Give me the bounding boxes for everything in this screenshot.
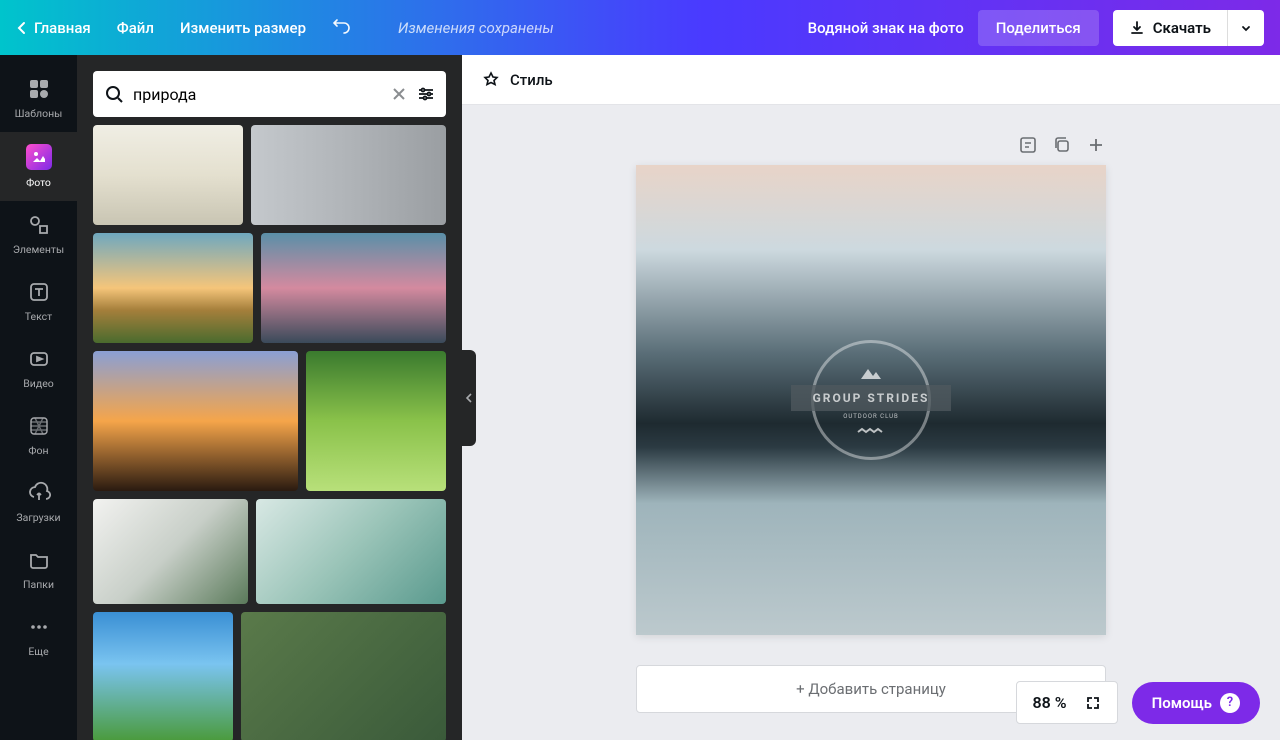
logo-text: GROUP STRIDES — [791, 385, 952, 411]
templates-icon — [27, 77, 51, 101]
home-button[interactable]: Главная — [16, 19, 91, 37]
video-icon — [27, 347, 51, 371]
style-button[interactable]: Стиль — [510, 71, 553, 89]
download-button[interactable]: Скачать — [1113, 10, 1228, 46]
help-icon: ? — [1220, 693, 1240, 713]
design-canvas[interactable]: GROUP STRIDES OUTDOOR CLUB — [636, 165, 1106, 635]
page-actions — [636, 135, 1106, 155]
zoom-value: 88 % — [1033, 693, 1067, 712]
sidebar-item-folders[interactable]: Папки — [0, 536, 77, 603]
sidebar-item-label: Фото — [26, 176, 51, 189]
logo-subtext: OUTDOOR CLUB — [843, 413, 899, 420]
style-icon — [482, 71, 500, 89]
watermark-button[interactable]: Водяной знак на фото — [808, 19, 964, 37]
photo-panel — [77, 55, 462, 740]
background-icon — [27, 414, 51, 438]
chevron-left-icon — [16, 21, 26, 35]
clear-icon[interactable] — [390, 85, 408, 103]
sidebar-item-label: Видео — [23, 377, 54, 390]
photo-thumb[interactable] — [93, 233, 253, 343]
download-label: Скачать — [1153, 19, 1211, 37]
resize-menu[interactable]: Изменить размер — [180, 19, 306, 37]
canvas-logo[interactable]: GROUP STRIDES OUTDOOR CLUB — [786, 350, 956, 450]
sidebar-item-label: Папки — [23, 578, 54, 591]
sidebar-item-label: Шаблоны — [15, 107, 63, 120]
undo-icon[interactable] — [332, 18, 352, 38]
photo-thumb[interactable] — [93, 612, 233, 740]
sidebar-item-background[interactable]: Фон — [0, 402, 77, 469]
duplicate-icon[interactable] — [1052, 135, 1072, 155]
photo-grid — [77, 125, 462, 740]
home-label: Главная — [34, 19, 91, 37]
folders-icon — [27, 548, 51, 572]
sidebar-item-label: Элементы — [13, 243, 64, 256]
left-sidebar: Шаблоны Фото Элементы Текст Видео Фон За… — [0, 55, 77, 740]
sidebar-item-label: Текст — [25, 310, 52, 323]
help-label: Помощь — [1152, 694, 1212, 712]
canvas-toolbar: Стиль — [462, 55, 1280, 105]
sidebar-item-video[interactable]: Видео — [0, 335, 77, 402]
sidebar-item-label: Фон — [28, 444, 48, 457]
canvas-area: Стиль GROUP STRIDES OUTDOOR CLUB + Добав… — [462, 55, 1280, 740]
sidebar-item-text[interactable]: Текст — [0, 268, 77, 335]
photo-thumb[interactable] — [93, 499, 248, 604]
photo-thumb[interactable] — [93, 125, 243, 225]
save-status: Изменения сохранены — [398, 19, 554, 37]
search-icon — [103, 83, 125, 105]
sidebar-item-label: Загрузки — [16, 511, 60, 524]
photo-icon — [26, 144, 52, 170]
elements-icon — [27, 213, 51, 237]
sidebar-item-label: Еще — [28, 645, 48, 658]
filter-icon[interactable] — [416, 84, 436, 104]
more-icon — [27, 615, 51, 639]
fullscreen-icon[interactable] — [1085, 695, 1101, 711]
notes-icon[interactable] — [1018, 135, 1038, 155]
photo-thumb[interactable] — [251, 125, 446, 225]
sidebar-item-photo[interactable]: Фото — [0, 132, 77, 201]
share-button[interactable]: Поделиться — [978, 10, 1099, 46]
photo-thumb[interactable] — [261, 233, 446, 343]
photo-thumb[interactable] — [241, 612, 446, 740]
sidebar-item-uploads[interactable]: Загрузки — [0, 469, 77, 536]
photo-thumb[interactable] — [306, 351, 446, 491]
search-bar — [93, 71, 446, 117]
download-button-group: Скачать — [1113, 10, 1264, 46]
search-input[interactable] — [133, 85, 382, 104]
file-menu[interactable]: Файл — [117, 19, 154, 37]
help-button[interactable]: Помощь ? — [1132, 682, 1260, 724]
download-dropdown[interactable] — [1228, 13, 1264, 43]
add-page-icon[interactable] — [1086, 135, 1106, 155]
sidebar-item-elements[interactable]: Элементы — [0, 201, 77, 268]
top-bar: Главная Файл Изменить размер Изменения с… — [0, 0, 1280, 55]
download-icon — [1129, 20, 1145, 36]
sidebar-item-more[interactable]: Еще — [0, 603, 77, 670]
photo-thumb[interactable] — [256, 499, 446, 604]
zoom-control[interactable]: 88 % — [1016, 681, 1118, 724]
text-icon — [27, 280, 51, 304]
uploads-icon — [27, 481, 51, 505]
photo-thumb[interactable] — [93, 351, 298, 491]
sidebar-item-templates[interactable]: Шаблоны — [0, 65, 77, 132]
